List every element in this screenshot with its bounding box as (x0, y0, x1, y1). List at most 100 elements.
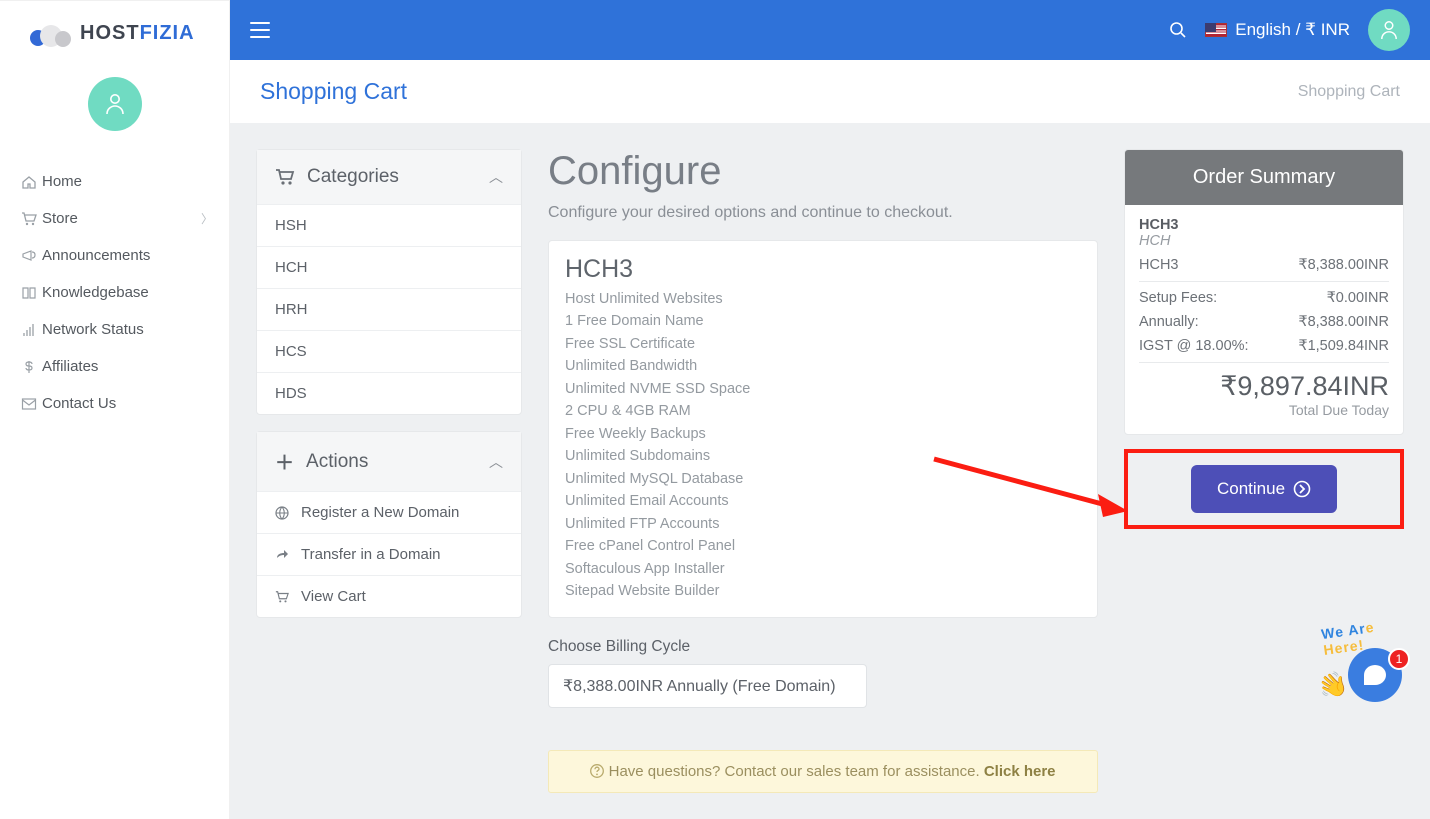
globe-icon (275, 506, 291, 520)
feature-item: Free cPanel Control Panel (565, 535, 1081, 557)
flag-icon (1205, 23, 1227, 37)
arrow-circle-right-icon (1293, 480, 1311, 498)
feature-item: Unlimited NVME SSD Space (565, 378, 1081, 400)
logo[interactable]: HOSTFIZIA (0, 1, 229, 65)
cart-icon (16, 211, 42, 227)
action-transfer-domain[interactable]: Transfer in a Domain (257, 533, 521, 575)
chevron-up-icon: ︿ (489, 452, 503, 472)
summary-product: HCH3 (1139, 217, 1389, 233)
category-item[interactable]: HSH (257, 204, 521, 246)
categories-panel: Categories ︿ HSH HCH HRH HCS HDS (256, 149, 522, 415)
configure-subheading: Configure your desired options and conti… (548, 204, 1098, 222)
sidebar-item-contact[interactable]: Contact Us (0, 385, 229, 422)
cart-icon (275, 168, 295, 186)
page-title: Shopping Cart (260, 78, 407, 105)
dollar-icon (16, 359, 42, 375)
alert-link[interactable]: Click here (984, 763, 1056, 780)
continue-button[interactable]: Continue (1191, 465, 1337, 513)
summary-line: Annually:₹8,388.00INR (1139, 314, 1389, 330)
sidebar-item-store[interactable]: Store 〉 (0, 200, 229, 237)
language-label: English (1235, 20, 1291, 39)
sidebar-item-announcements[interactable]: Announcements (0, 237, 229, 274)
continue-highlight: Continue (1124, 449, 1404, 529)
logo-text-1: HOST (80, 22, 140, 44)
sidebar: HOSTFIZIA Home Store 〉 Announcements Know… (0, 0, 230, 819)
question-icon (590, 764, 604, 778)
nav: Home Store〉 Announcements Knowledgebase … (0, 159, 229, 426)
product-name: HCH3 (565, 255, 1081, 284)
annotation-arrow (938, 489, 1128, 491)
order-summary: Order Summary HCH3 HCH HCH3₹8,388.00INR … (1124, 149, 1404, 435)
sidebar-item-label: Announcements (42, 247, 150, 264)
sidebar-item-knowledgebase[interactable]: Knowledgebase (0, 274, 229, 311)
sidebar-item-home[interactable]: Home (0, 163, 229, 200)
category-item[interactable]: HDS (257, 372, 521, 414)
category-item[interactable]: HCS (257, 330, 521, 372)
summary-line: HCH3₹8,388.00INR (1139, 257, 1389, 273)
category-item[interactable]: HRH (257, 288, 521, 330)
action-view-cart[interactable]: View Cart (257, 575, 521, 617)
chevron-up-icon: ︿ (489, 167, 503, 187)
order-summary-column: Order Summary HCH3 HCH HCH3₹8,388.00INR … (1124, 149, 1404, 529)
home-icon (16, 174, 42, 190)
cart-icon (275, 590, 291, 604)
avatar[interactable] (88, 77, 142, 131)
sidebar-item-label: Affiliates (42, 358, 98, 375)
breadcrumb: Shopping Cart (1298, 83, 1400, 101)
signal-icon (16, 322, 42, 338)
feature-item: Host Unlimited Websites (565, 288, 1081, 310)
summary-category: HCH (1139, 233, 1389, 249)
billing-cycle-select[interactable]: ₹8,388.00INR Annually (Free Domain) (548, 664, 867, 708)
alert-text: Have questions? Contact our sales team f… (604, 763, 983, 780)
currency-label: ₹ INR (1305, 20, 1350, 39)
actions-title: Actions (306, 451, 368, 473)
summary-line: IGST @ 18.00%:₹1,509.84INR (1139, 338, 1389, 354)
search-icon[interactable] (1169, 21, 1187, 39)
sidebar-item-label: Home (42, 173, 82, 190)
continue-label: Continue (1217, 479, 1285, 499)
category-item[interactable]: HCH (257, 246, 521, 288)
sidebar-item-network[interactable]: Network Status (0, 311, 229, 348)
actions-panel: ＋ Actions ︿ Register a New Domain Transf… (256, 431, 522, 618)
plus-icon: ＋ (275, 448, 294, 475)
mail-icon (16, 396, 42, 412)
billing-cycle-label: Choose Billing Cycle (548, 638, 1098, 656)
summary-line: Setup Fees:₹0.00INR (1139, 290, 1389, 306)
language-selector[interactable]: English / ₹ INR (1205, 20, 1350, 40)
feature-item: Softaculous App Installer (565, 558, 1081, 580)
user-icon (1380, 20, 1398, 40)
user-menu[interactable] (1368, 9, 1410, 51)
titlebar: Shopping Cart Shopping Cart (230, 60, 1430, 123)
sidebar-item-affiliates[interactable]: Affiliates (0, 348, 229, 385)
feature-item: 2 CPU & 4GB RAM (565, 400, 1081, 422)
topbar: English / ₹ INR (230, 0, 1430, 60)
summary-title: Order Summary (1125, 150, 1403, 205)
actions-header[interactable]: ＋ Actions ︿ (257, 432, 521, 491)
megaphone-icon (16, 248, 42, 264)
feature-list: Host Unlimited Websites 1 Free Domain Na… (565, 288, 1081, 603)
help-alert: Have questions? Contact our sales team f… (548, 750, 1098, 793)
share-icon (275, 548, 291, 562)
feature-item: Free Weekly Backups (565, 423, 1081, 445)
chevron-right-icon: 〉 (201, 210, 213, 227)
sidebar-item-label: Store (42, 210, 78, 227)
feature-item: Sitepad Website Builder (565, 580, 1081, 602)
main: English / ₹ INR Shopping Cart Shopping C… (230, 0, 1430, 819)
feature-item: Free SSL Certificate (565, 333, 1081, 355)
menu-toggle[interactable] (250, 22, 270, 38)
feature-item: Unlimited Bandwidth (565, 355, 1081, 377)
configure-heading: Configure (548, 149, 1098, 194)
logo-icon (30, 19, 74, 47)
product-box: HCH3 Host Unlimited Websites 1 Free Doma… (548, 240, 1098, 618)
book-icon (16, 285, 42, 301)
user-icon (105, 93, 125, 115)
categories-header[interactable]: Categories ︿ (257, 150, 521, 204)
sidebar-item-label: Contact Us (42, 395, 116, 412)
action-register-domain[interactable]: Register a New Domain (257, 491, 521, 533)
feature-item: 1 Free Domain Name (565, 310, 1081, 332)
sidebar-item-label: Network Status (42, 321, 144, 338)
summary-total: ₹9,897.84INR (1139, 371, 1389, 402)
sidebar-item-label: Knowledgebase (42, 284, 149, 301)
logo-text-2: FIZIA (140, 22, 195, 44)
summary-total-label: Total Due Today (1139, 402, 1389, 418)
